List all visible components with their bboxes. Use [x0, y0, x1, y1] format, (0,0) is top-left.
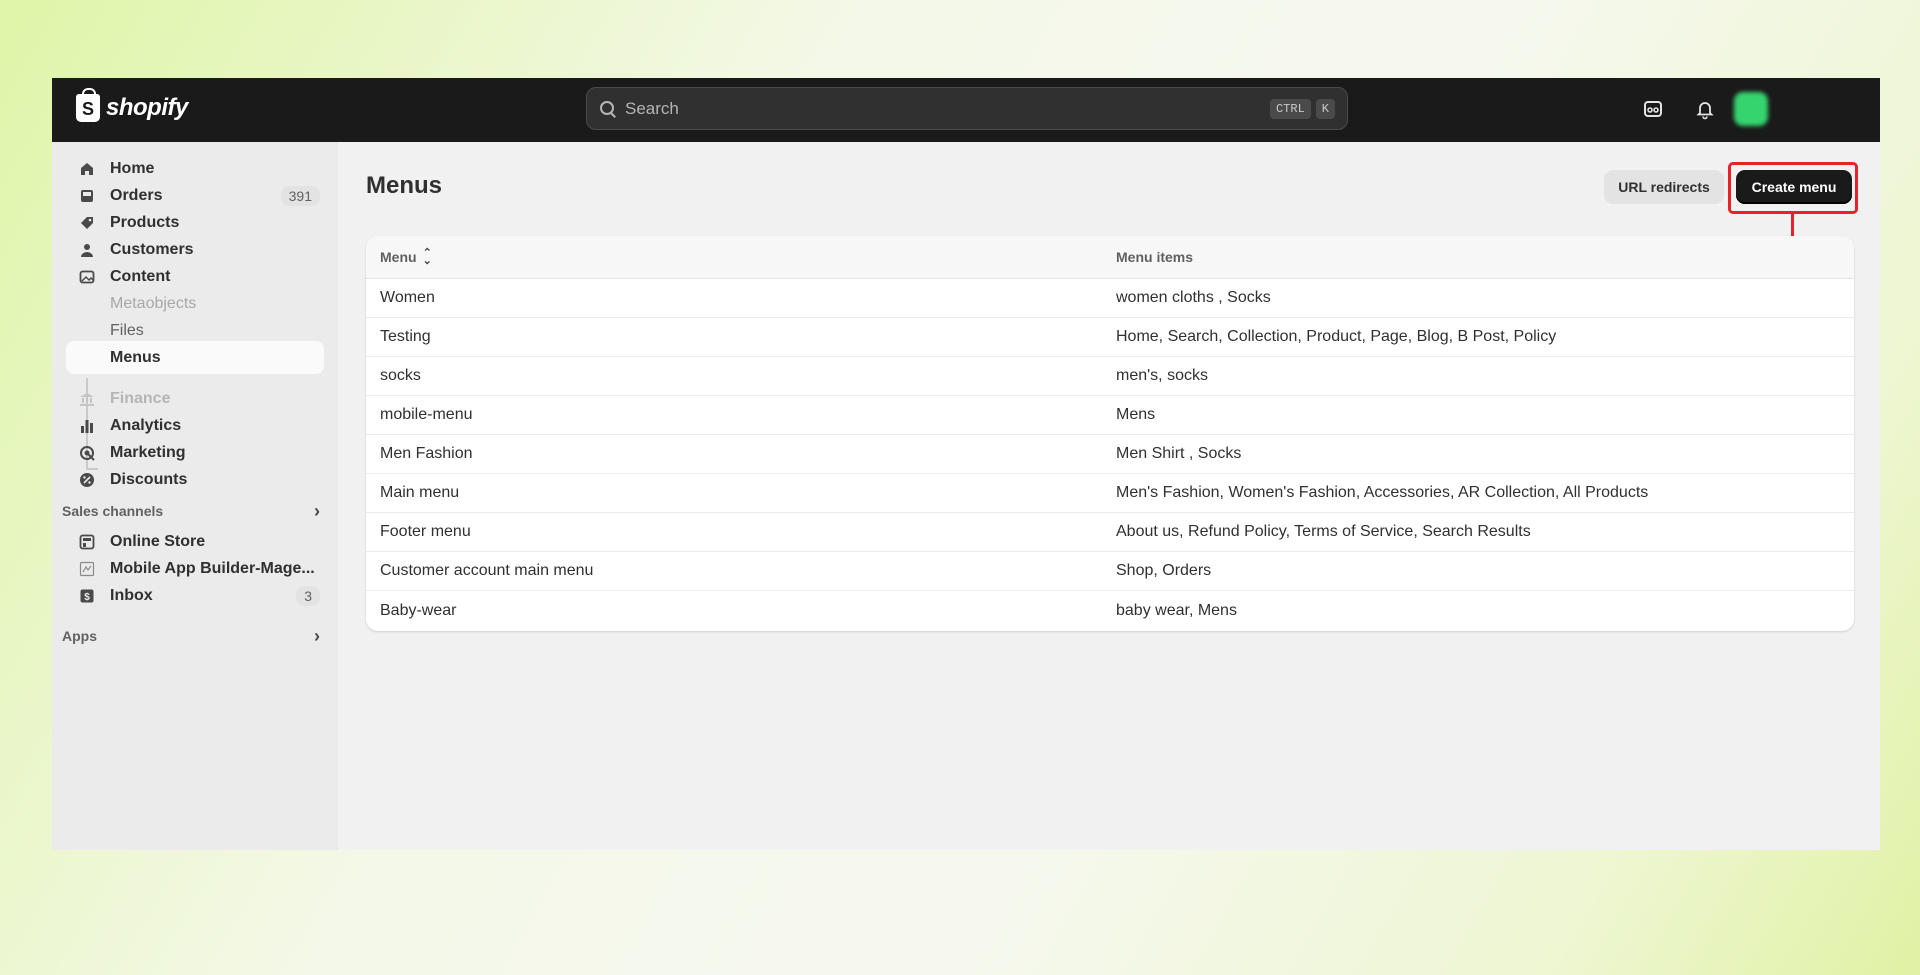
menu-name: Main menu: [380, 484, 460, 501]
table-row[interactable]: mobile-menu Mens: [366, 396, 1854, 435]
account-name-blurred[interactable]: [1772, 100, 1862, 118]
sidebar-item-label: Finance: [110, 389, 171, 407]
sidebar-item-label: Home: [110, 159, 155, 177]
bell-icon[interactable]: [1694, 98, 1716, 120]
search-placeholder: Search: [625, 98, 679, 118]
menu-items: Home, Search, Collection, Product, Page,…: [1116, 328, 1557, 345]
sidebar: Home Orders 391 Products Customers Conte…: [52, 142, 338, 850]
target-icon: [78, 444, 96, 462]
menu-items: women cloths , Socks: [1116, 289, 1271, 306]
menu-name: Testing: [380, 328, 431, 345]
avatar[interactable]: [1734, 92, 1768, 126]
sidebar-item-label: Orders: [110, 186, 163, 204]
sidebar-item-label: Customers: [110, 240, 194, 258]
menu-items: Shop, Orders: [1116, 562, 1212, 579]
brand-name: shopify: [106, 94, 188, 121]
sidebar-item-label: Content: [110, 267, 171, 285]
menu-items: men's, socks: [1116, 367, 1208, 384]
table-row[interactable]: Women women cloths , Socks: [366, 279, 1854, 318]
menu-name: socks: [380, 367, 421, 384]
sidebar-item-menus[interactable]: Menus: [66, 341, 324, 374]
table-row[interactable]: Testing Home, Search, Collection, Produc…: [366, 318, 1854, 357]
sales-channels-header[interactable]: Sales channels ›: [62, 498, 328, 524]
menus-table: Menu ⌃ ⌄ Menu items Women women cloths , …: [366, 236, 1854, 631]
menu-items: About us, Refund Policy, Terms of Servic…: [1116, 523, 1531, 540]
annotation-highlight-box: [1728, 162, 1858, 214]
page-title: Menus: [366, 172, 443, 199]
chevron-right-icon: ›: [314, 500, 320, 521]
storefront-icon: [78, 533, 96, 551]
sidebar-item-inbox[interactable]: $ Inbox 3: [66, 579, 324, 612]
shopify-admin-window: S shopify Search CTRL K Home Orders 391 …: [52, 78, 1880, 850]
section-label: Sales channels: [62, 503, 164, 519]
sidebar-item-label: Marketing: [110, 443, 186, 461]
sidebar-item-label: Files: [110, 321, 144, 339]
person-icon: [78, 241, 96, 259]
section-label: Apps: [62, 628, 97, 644]
inbox-tray-icon: [78, 187, 96, 205]
home-icon: [78, 160, 96, 178]
menu-name: Customer account main menu: [380, 562, 594, 579]
bank-icon: [78, 390, 96, 408]
search-input[interactable]: Search CTRL K: [586, 87, 1348, 130]
menu-items: Mens: [1116, 406, 1156, 423]
sidebar-item-label: Menus: [110, 348, 161, 366]
shortcut-ctrl: CTRL: [1269, 98, 1311, 119]
inbox-count-badge: 3: [296, 585, 320, 606]
menu-items: Men's Fashion, Women's Fashion, Accessor…: [1116, 484, 1649, 501]
shopify-bag-icon: S: [76, 88, 100, 122]
sidebar-item-label: Products: [110, 213, 180, 231]
table-row[interactable]: Main menu Men's Fashion, Women's Fashion…: [366, 474, 1854, 513]
table-row[interactable]: Footer menu About us, Refund Policy, Ter…: [366, 513, 1854, 552]
menu-items-column-header: Menu items: [1116, 249, 1194, 265]
menu-name: Women: [380, 289, 435, 306]
inbox-icon: $: [78, 587, 96, 605]
shopify-logo[interactable]: S shopify: [76, 88, 188, 122]
table-row[interactable]: Baby-wear baby wear, Mens: [366, 591, 1854, 630]
bar-chart-icon: [78, 417, 96, 435]
main-content: Menus URL redirects Create menu Click on…: [338, 142, 1880, 850]
sidebar-item-label: Online Store: [110, 532, 206, 550]
svg-text:$: $: [84, 592, 90, 603]
store-switcher-icon[interactable]: [1642, 98, 1664, 120]
sidebar-item-label: Metaobjects: [110, 294, 197, 312]
menu-column-header[interactable]: Menu ⌃ ⌄: [380, 247, 432, 267]
menu-name: Footer menu: [380, 523, 471, 540]
menu-name: Baby-wear: [380, 601, 457, 619]
shortcut-k: K: [1315, 98, 1335, 119]
sidebar-item-label: Mobile App Builder-Mage...: [110, 559, 315, 577]
menu-items: Men Shirt , Socks: [1116, 445, 1242, 462]
column-label: Menu: [380, 249, 417, 265]
menu-name: Men Fashion: [380, 445, 473, 462]
tag-icon: [78, 214, 96, 232]
top-bar: S shopify Search CTRL K: [52, 78, 1880, 142]
table-row[interactable]: Customer account main menu Shop, Orders: [366, 552, 1854, 591]
menu-name: mobile-menu: [380, 406, 473, 423]
table-row[interactable]: socks men's, socks: [366, 357, 1854, 396]
table-row[interactable]: Men Fashion Men Shirt , Socks: [366, 435, 1854, 474]
orders-count-badge: 391: [280, 185, 320, 206]
table-header: Menu ⌃ ⌄ Menu items: [366, 236, 1854, 279]
sidebar-item-label: Analytics: [110, 416, 182, 434]
url-redirects-button[interactable]: URL redirects: [1604, 170, 1724, 204]
sidebar-item-label: Inbox: [110, 586, 153, 604]
discount-icon: [78, 471, 96, 489]
sort-icon: ⌃ ⌄: [422, 247, 432, 267]
apps-header[interactable]: Apps ›: [62, 623, 328, 649]
search-icon: [599, 100, 617, 118]
image-icon: [78, 268, 96, 286]
menu-items: baby wear, Mens: [1116, 601, 1237, 619]
sidebar-item-label: Discounts: [110, 470, 188, 488]
app-icon: [78, 560, 96, 578]
chevron-right-icon: ›: [314, 625, 320, 646]
sidebar-item-discounts[interactable]: Discounts: [66, 463, 324, 496]
